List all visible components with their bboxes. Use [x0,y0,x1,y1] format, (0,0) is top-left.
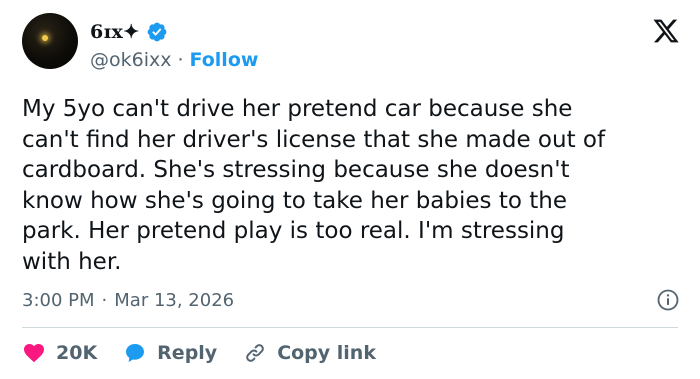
author-name-row: 6ɪx✦ [90,19,168,45]
tweet-date[interactable]: Mar 13, 2026 [114,290,234,311]
heart-icon [24,344,44,363]
info-icon[interactable] [656,288,680,312]
tweet-text: My 5yo can't drive her pretend car becau… [22,96,606,275]
author-handle-row: @ok6ixx · Follow [90,48,258,72]
tweet-meta: 3:00 PM · Mar 13, 2026 [22,288,234,312]
meta-separator: · [101,289,108,311]
reply-button[interactable]: Reply [123,341,217,365]
x-logo-icon[interactable] [652,17,680,45]
copy-link-label: Copy link [277,342,376,364]
follow-button[interactable]: Follow [190,49,259,71]
divider [22,327,678,328]
tweet-time[interactable]: 3:00 PM [22,290,95,311]
tweet-card: 6ɪx✦ @ok6ixx · Follow My 5yo can't drive… [0,0,700,379]
link-icon [246,344,265,362]
author-handle[interactable]: @ok6ixx [90,49,171,71]
copy-link-button[interactable]: Copy link [243,341,376,365]
action-bar: 20K Reply Copy link [22,339,402,367]
like-button[interactable]: 20K [22,341,97,365]
avatar[interactable] [22,13,78,69]
like-count: 20K [56,342,98,364]
reply-label: Reply [157,342,218,364]
verified-badge-icon [147,22,167,42]
handle-separator: · [177,49,184,71]
author-display-name[interactable]: 6ɪx✦ [90,21,140,43]
avatar-image-detail [42,35,48,41]
speech-bubble-icon [126,344,145,362]
